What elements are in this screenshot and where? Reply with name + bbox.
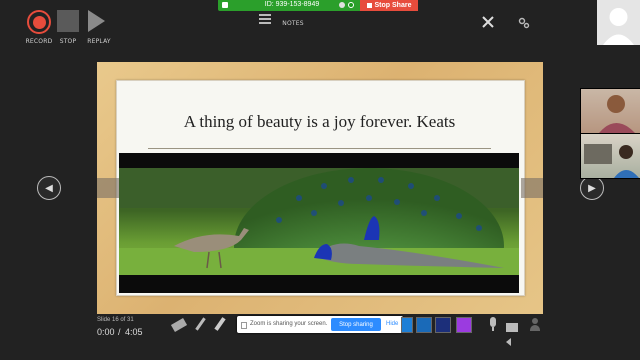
self-video-tile[interactable]: [597, 0, 640, 45]
ink-color-4[interactable]: [456, 317, 472, 333]
replay-button[interactable]: [88, 10, 108, 32]
ink-color-1[interactable]: [401, 317, 413, 333]
stop-share-button[interactable]: Stop Share: [360, 0, 418, 11]
notes-icon: [259, 14, 271, 26]
replay-label: REPLAY: [87, 38, 111, 45]
sharing-icon: [241, 322, 247, 329]
elapsed-time: 0:00: [97, 327, 115, 337]
peacock-image: [119, 168, 519, 275]
stop-sharing-button[interactable]: Stop sharing: [331, 318, 381, 331]
highlighter-icon: [214, 317, 226, 331]
hide-button[interactable]: Hide: [386, 321, 398, 327]
slide-title: A thing of beauty is a joy forever. Keat…: [183, 112, 456, 131]
security-icon[interactable]: [348, 2, 354, 8]
eraser-icon: [170, 318, 188, 332]
record-icon: [27, 10, 51, 34]
camera-icon: [506, 323, 518, 332]
previous-slide-button[interactable]: ◀: [37, 176, 61, 200]
chevron-left-icon: ◀: [45, 182, 53, 194]
close-icon: [482, 16, 494, 28]
sharing-message: Zoom is sharing your screen.: [250, 321, 328, 327]
pen-tool[interactable]: [193, 317, 207, 333]
notes-label: NOTES: [282, 20, 304, 27]
stop-icon: [57, 10, 79, 32]
highlighter-tool[interactable]: [212, 317, 226, 333]
total-time: 4:05: [125, 327, 143, 337]
close-button[interactable]: [482, 15, 494, 28]
microphone-icon: [490, 317, 496, 327]
left-slide-handle: [97, 178, 119, 198]
stop-label: STOP: [59, 38, 77, 45]
participant-button[interactable]: [529, 318, 541, 332]
peacock-illustration: [119, 168, 519, 275]
meeting-id: ID: 939-153-8949: [264, 1, 320, 8]
avatar-icon: [603, 8, 634, 45]
stop-share-label: Stop Share: [374, 2, 412, 9]
chevron-right-icon: ▶: [588, 182, 596, 194]
ink-color-2[interactable]: [416, 317, 432, 333]
eraser-tool[interactable]: [170, 318, 188, 332]
notes-button[interactable]: [259, 14, 273, 30]
settings-icon: [518, 17, 530, 29]
play-icon: [88, 10, 105, 32]
stop-share-icon: [366, 3, 372, 8]
record-button[interactable]: [27, 10, 51, 34]
person-icon: [529, 318, 541, 331]
record-label: RECORD: [25, 38, 53, 45]
right-slide-handle: [521, 178, 543, 198]
ink-color-3[interactable]: [435, 317, 451, 333]
participant-thumbnail: [584, 144, 639, 178]
participant-video-2[interactable]: [580, 133, 640, 179]
pen-icon: [195, 317, 206, 331]
camera-button[interactable]: [506, 319, 524, 346]
time-separator: /: [118, 327, 121, 337]
slide-counter: Slide 16 of 31: [97, 317, 134, 323]
microphone-button[interactable]: [488, 317, 498, 333]
shield-icon: [339, 2, 345, 8]
zoom-mute-indicator[interactable]: [222, 2, 228, 8]
stop-button[interactable]: [57, 10, 79, 32]
participant-video-1[interactable]: [580, 88, 640, 134]
participant-thumbnail: [599, 95, 635, 133]
slide-divider: [148, 148, 491, 149]
settings-button[interactable]: [518, 16, 530, 29]
